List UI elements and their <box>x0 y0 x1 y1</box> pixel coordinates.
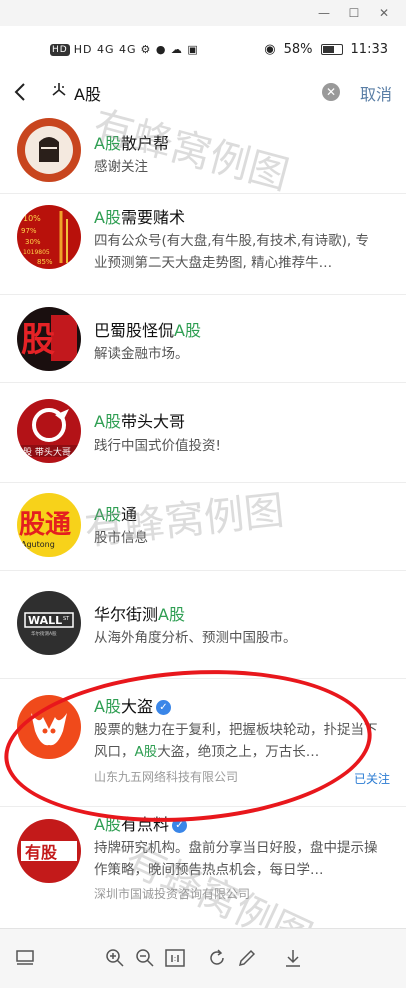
account-name: 巴蜀股怪侃A股 <box>94 321 201 340</box>
account-name: A股散户帮 <box>94 134 169 153</box>
avatar-text: 股 <box>21 320 55 360</box>
back-arrow-icon[interactable] <box>12 78 32 106</box>
avatar-subtext: Agutong <box>21 540 55 549</box>
verified-badge-icon: ✓ <box>171 818 187 833</box>
eye-icon: ◉ <box>264 42 276 57</box>
search-input[interactable]: A股 <box>74 81 101 105</box>
rotate-icon[interactable] <box>206 947 228 969</box>
close-icon[interactable]: ✕ <box>374 3 394 23</box>
notification-icons: ⚙ ● ☁ ▣ <box>140 43 199 56</box>
hd-badge: HD <box>50 43 70 56</box>
edit-pen-icon[interactable] <box>236 947 258 969</box>
avatar-figure-4: 1019805 <box>23 249 50 256</box>
account-description: 股市信息 <box>94 530 148 546</box>
account-description: 四有公众号(有大盘,有牛股,有技术,有诗歌), 专业预测第二天大盘走势图, 精心… <box>94 233 369 271</box>
account-name: A股大盗 ✓ <box>94 693 171 717</box>
avatar-figure-5: 85% <box>37 258 53 266</box>
avatar-figure-3: 30% <box>25 238 41 246</box>
account-name: A股带头大哥 <box>94 412 185 431</box>
list-item[interactable]: WALL ST 华尔街测A股 华尔街测A股 从海外角度分析、预测中国股市。 <box>0 571 406 679</box>
list-item[interactable]: 有股 A股有点料 ✓ 持牌研究机构。盘前分享当日好股，盘中提示操作策略，晚间预告热… <box>0 807 406 927</box>
clock: 11:33 <box>350 42 388 57</box>
list-item[interactable]: A股大盗 ✓ 股票的魅力在于复利，把握板块轮动，扑捉当下风口，A股大盗，绝顶之上，… <box>0 679 406 807</box>
actual-size-icon[interactable] <box>164 947 186 969</box>
account-description: 股票的魅力在于复利，把握板块轮动，扑捉当下风口，A股大盗，绝顶之上，万古长… <box>94 722 378 760</box>
avatar-st: ST <box>63 616 70 622</box>
avatar-figure-1: 10% <box>23 214 41 223</box>
list-item[interactable]: 股通 Agutong A股通 股市信息 <box>0 483 406 571</box>
verified-badge-icon: ✓ <box>155 700 171 715</box>
status-bar: HD HD 4G 4G ⚙ ● ☁ ▣ ◉ 58% 11:33 <box>0 26 406 76</box>
sparkle-icon <box>52 83 66 96</box>
avatar: 股 <box>17 307 81 371</box>
avatar <box>17 118 81 182</box>
avatar-figure-2: 97% <box>21 227 37 235</box>
avatar: 股 带头大哥 <box>17 399 81 463</box>
battery-icon <box>320 44 343 55</box>
status-left: HD HD 4G 4G ⚙ ● ☁ ▣ <box>50 43 199 56</box>
window-title-bar: — ☐ ✕ <box>0 0 406 26</box>
account-name: 华尔街测A股 <box>94 605 185 624</box>
avatar-text: 有股 <box>25 843 58 862</box>
list-item[interactable]: 10% 97% 30% 1019805 85% A股需要赌术 四有公众号(有大盘… <box>0 194 406 295</box>
maximize-icon[interactable]: ☐ <box>344 3 364 23</box>
download-icon[interactable] <box>282 947 304 969</box>
minimize-icon[interactable]: — <box>314 3 334 23</box>
zoom-out-icon[interactable] <box>134 947 156 969</box>
list-item[interactable]: 股 巴蜀股怪侃A股 解读金融市场。 <box>0 295 406 383</box>
account-name: A股通 <box>94 505 137 524</box>
account-description: 践行中国式价值投资! <box>94 438 221 454</box>
battery-level: 58% <box>283 42 313 57</box>
list-item[interactable]: 股 带头大哥 A股带头大哥 践行中国式价值投资! <box>0 383 406 483</box>
avatar: 有股 <box>17 819 81 883</box>
image-viewer-toolbar <box>0 928 406 988</box>
zoom-in-icon[interactable] <box>104 947 126 969</box>
avatar-text: 股通 <box>19 510 71 540</box>
avatar: 10% 97% 30% 1019805 85% <box>17 205 81 269</box>
account-name: A股需要赌术 <box>94 208 185 227</box>
avatar-text: 股 带头大哥 <box>23 446 71 458</box>
avatar <box>17 695 81 759</box>
avatar: 股通 Agutong <box>17 493 81 557</box>
account-name: A股有点料 ✓ <box>94 811 187 835</box>
avatar: WALL ST 华尔街测A股 <box>17 591 81 655</box>
followed-status: 已关注 <box>353 772 390 786</box>
clear-search-icon[interactable]: ✕ <box>322 83 340 101</box>
account-description: 感谢关注 <box>94 159 148 175</box>
cancel-button[interactable]: 取消 <box>360 81 392 105</box>
thumbnail-icon[interactable] <box>14 947 36 969</box>
avatar-subtext: 华尔街测A股 <box>31 630 57 637</box>
search-results-list: A股散户帮 感谢关注 10% 97% 30% 1019805 85% A股需要赌… <box>0 108 406 927</box>
account-description: 持牌研究机构。盘前分享当日好股，盘中提示操作策略，晚间预告热点机会，每日学… <box>94 840 378 878</box>
status-right: ◉ 58% 11:33 <box>264 42 388 57</box>
list-item[interactable]: A股散户帮 感谢关注 <box>0 108 406 194</box>
avatar-text: WALL <box>28 614 62 627</box>
account-description: 解读金融市场。 <box>94 346 189 362</box>
owner-company: 深圳市国诚投资咨询有限公司 <box>94 887 251 901</box>
search-bar: A股 ✕ 取消 <box>0 76 406 108</box>
signal-info: HD 4G 4G <box>73 43 137 56</box>
account-description: 从海外角度分析、预测中国股市。 <box>94 630 297 646</box>
owner-company: 山东九五网络科技有限公司 <box>94 770 239 784</box>
